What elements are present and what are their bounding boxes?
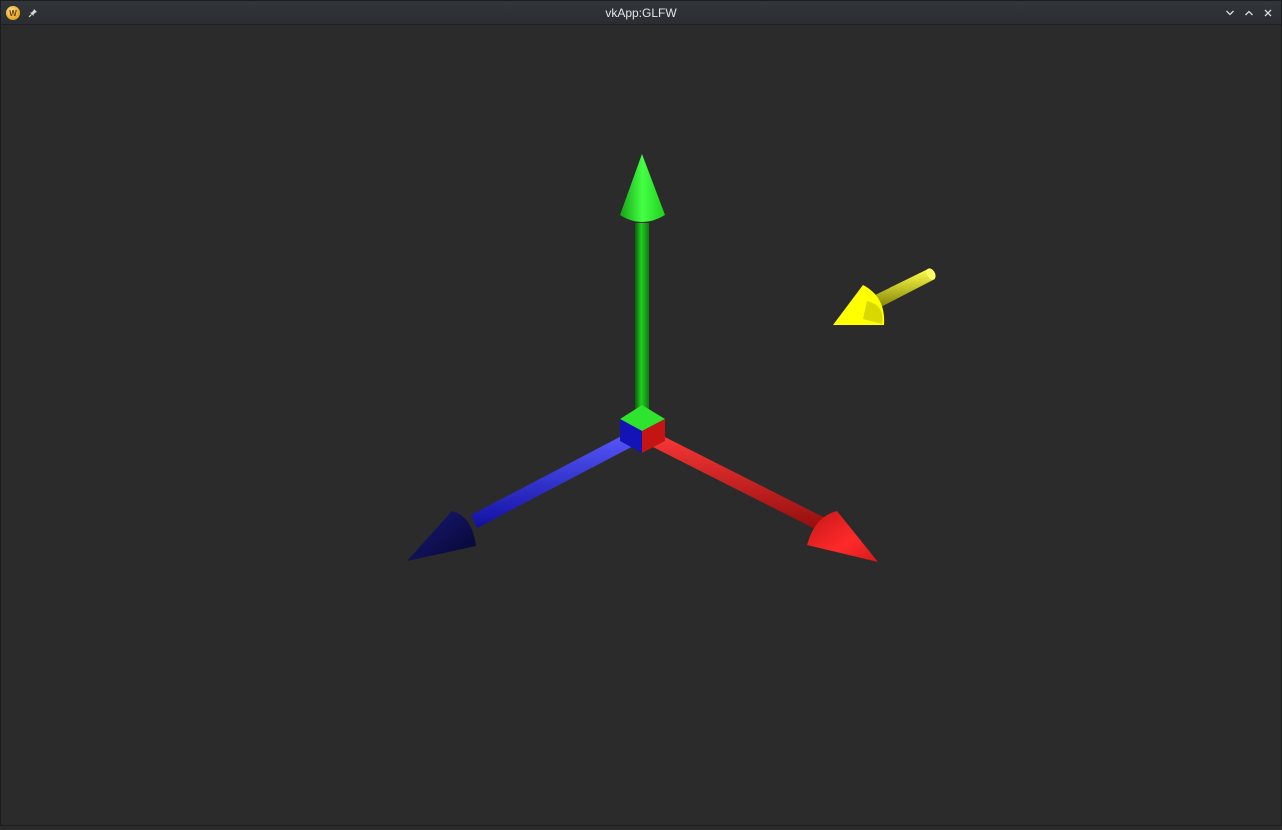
title-bar[interactable]: W vkApp:GLFW <box>1 1 1281 25</box>
render-viewport[interactable] <box>1 25 1281 825</box>
minimize-button[interactable] <box>1223 6 1237 20</box>
title-bar-right-controls <box>1223 5 1275 21</box>
scene-canvas <box>407 154 936 562</box>
chevron-up-icon <box>1245 10 1253 16</box>
maximize-button[interactable] <box>1242 6 1256 20</box>
chevron-down-icon <box>1226 10 1234 16</box>
close-icon <box>1264 9 1272 17</box>
app-window: W vkApp:GLFW <box>0 0 1282 826</box>
light-direction-arrow <box>833 268 936 325</box>
x-axis-arrow <box>645 430 878 562</box>
close-button[interactable] <box>1261 6 1275 20</box>
window-title: vkApp:GLFW <box>605 6 677 20</box>
y-axis-arrow <box>620 154 665 413</box>
z-axis-arrow <box>407 430 639 561</box>
